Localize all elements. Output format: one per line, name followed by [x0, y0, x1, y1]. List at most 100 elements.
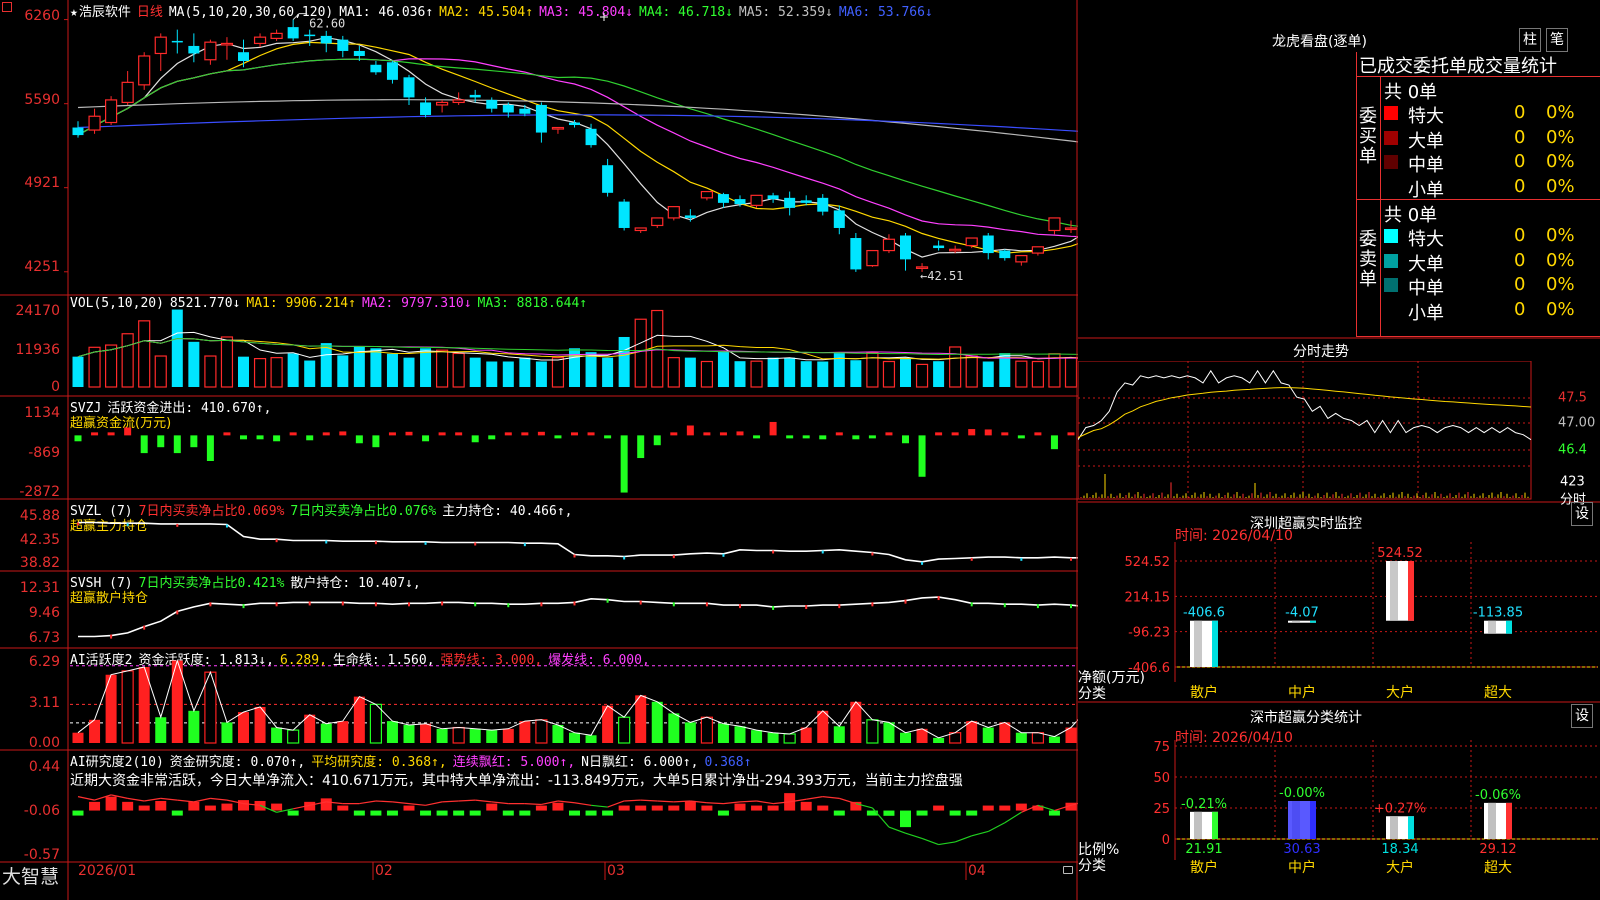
cls-value-label: 18.34	[1381, 842, 1418, 857]
volume-bar	[304, 360, 316, 387]
intraday-chart[interactable]	[1078, 361, 1600, 501]
sz-bar-shade	[1194, 620, 1202, 667]
ai-activity-bar	[1031, 732, 1045, 744]
row-percent: 0%	[1546, 102, 1575, 123]
svzj-bar	[637, 435, 645, 459]
svzj-bar	[620, 435, 628, 493]
ai-research-bar	[751, 805, 763, 811]
sell-row: 大单 0 0%	[1384, 249, 1600, 275]
svsh-tick	[606, 598, 609, 603]
ai-activity-bar	[684, 722, 696, 743]
volume-bar	[386, 353, 398, 387]
candle	[1015, 254, 1028, 263]
ai-activity-bar	[999, 722, 1011, 743]
svsh-chart[interactable]	[0, 571, 1078, 648]
ai-activity-bar	[618, 716, 631, 744]
ai-research-line	[392, 801, 410, 805]
x-axis: 大智慧 2026/01 02 03 04	[0, 862, 1078, 900]
volume-bar	[535, 361, 547, 387]
column-view-button[interactable]: 柱	[1519, 28, 1541, 52]
candle	[220, 42, 234, 46]
cls-settings-button[interactable]: 设	[1571, 704, 1593, 728]
candle	[684, 215, 696, 218]
volume-bar	[1064, 357, 1078, 388]
ai-research-bar	[238, 800, 249, 811]
ai-research-bar	[122, 801, 134, 811]
sz-category-label: 散户	[1190, 684, 1218, 701]
ai-research-bar	[89, 801, 101, 811]
row-count: 0	[1514, 249, 1526, 271]
ai-research-line	[756, 800, 774, 805]
volume-bar	[602, 357, 614, 387]
svzj-chart[interactable]	[0, 396, 1078, 499]
volume-chart[interactable]	[0, 295, 1078, 396]
color-swatch	[1384, 278, 1398, 292]
ai-activity-bar	[883, 722, 895, 743]
svzl-chart[interactable]	[0, 499, 1078, 571]
sz-bar-edge	[1506, 620, 1512, 634]
ai-research-bar	[585, 810, 597, 816]
ai-research-bar	[602, 810, 614, 816]
volume-bar	[452, 352, 465, 388]
svzj-bar	[289, 432, 297, 436]
price-chart[interactable]: 62.60 ←42.51	[0, 0, 1078, 295]
ai-activity-bar	[900, 732, 911, 743]
ai-activity-chart[interactable]	[0, 648, 1078, 750]
volume-bar	[420, 348, 432, 387]
ai-research-bar	[486, 803, 498, 811]
sz-bar-edge	[1310, 620, 1316, 623]
ai-research-line	[739, 800, 757, 803]
volume-bar	[204, 355, 217, 388]
svzl-tick	[722, 553, 725, 557]
brand-logo: 大智慧	[2, 866, 60, 888]
cls-delta-label: -0.00%	[1279, 786, 1325, 801]
volume-bar	[933, 361, 945, 387]
ai-research-line	[624, 799, 641, 802]
svzl-panel: 45.88 42.35 38.82 SVZL (7) 7日内买卖净占比0.069%…	[0, 499, 1078, 571]
ai-research-line	[905, 832, 923, 840]
row-count: 0	[1514, 298, 1526, 320]
volume-bar	[1015, 360, 1028, 388]
candle	[88, 115, 101, 131]
candle	[882, 238, 896, 252]
svzl-tick	[523, 543, 526, 547]
ai-activity-bar	[552, 724, 564, 743]
volume-bar	[469, 357, 481, 387]
volume-bar	[238, 356, 249, 387]
svzj-bar	[670, 432, 678, 436]
sz-settings-button[interactable]: 设	[1571, 502, 1593, 526]
ai-research-bar	[271, 803, 283, 811]
sz-bar-label: -113.85	[1473, 606, 1523, 621]
row-count: 0	[1514, 274, 1526, 295]
sz-monitor-chart[interactable]: 524.52 214.15 -96.23 -406.6 -406.6 散户 -4.07 中户 5…	[1078, 542, 1600, 702]
ai-research-chart[interactable]	[0, 750, 1078, 862]
candle	[138, 55, 151, 86]
svzj-bar	[1001, 432, 1009, 436]
svzj-bar	[1017, 435, 1025, 439]
svzj-bar	[719, 432, 727, 436]
color-swatch	[1384, 106, 1398, 120]
candle	[238, 52, 249, 62]
ai-research-bar	[453, 810, 465, 816]
volume-bar	[900, 357, 911, 387]
ai-activity-bar	[783, 733, 796, 744]
svzj-bar	[554, 435, 562, 439]
intraday-panel[interactable]: 47.5 47.00 46.4 423 分时	[1078, 361, 1600, 508]
sz-bar-shade	[1390, 561, 1398, 621]
ai-research-line	[590, 804, 608, 808]
intraday-ytick: 47.00	[1558, 415, 1596, 431]
svsh-tick	[970, 602, 973, 607]
cls-delta-label: +0.27%	[1374, 801, 1426, 816]
ai-research-bar	[1015, 803, 1027, 811]
cls-chart[interactable]: 75 50 25 0 -0.21% 21.91 散户 -0.00% 30.63 中户 +0.27% 1…	[1078, 740, 1600, 900]
order-stats-box: 已成交委托单成交量统计 委买单 委卖单 共 0单 共 0单 特大 0 0% 大单 0 0%…	[1356, 52, 1600, 337]
ai-research-bar	[949, 810, 961, 816]
tick-view-button[interactable]: 笔	[1546, 28, 1568, 52]
svzj-bar	[405, 431, 413, 436]
svzj-bar	[686, 425, 694, 436]
candle	[965, 237, 978, 247]
ai-research-line	[458, 799, 476, 802]
lock-icon[interactable]	[1063, 866, 1073, 874]
svzl-tick	[374, 541, 377, 545]
ai-activity-bar	[386, 721, 398, 743]
